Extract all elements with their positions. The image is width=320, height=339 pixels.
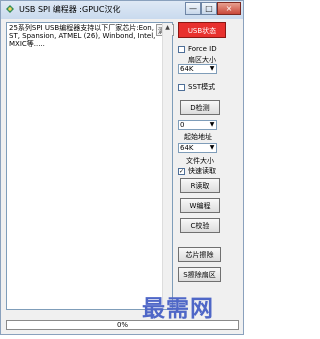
usb-status-button[interactable]: USB状态 <box>178 22 226 38</box>
fast-read-box[interactable]: ✓ <box>178 167 185 175</box>
chevron-down-icon: ▼ <box>209 121 215 128</box>
sst-mode-label: SST模式 <box>188 83 216 91</box>
chip-erase-button[interactable]: 芯片擦除 <box>178 247 221 262</box>
detect-button[interactable]: D检测 <box>180 100 220 115</box>
read-button[interactable]: R读取 <box>180 178 220 193</box>
log-scrollbar[interactable]: ▲ <box>162 23 172 309</box>
start-address-select[interactable]: 0 ▼ <box>178 120 217 130</box>
file-size-select[interactable]: 64K ▼ <box>178 143 217 153</box>
main-window: USB SPI 编程器 :GPUC汉化 — □ × 25系列SPI USB编程器… <box>0 0 244 335</box>
log-panel[interactable]: 25系列SPI USB编程器支持以下厂家芯片:Eon, ST, Spansion… <box>6 22 174 310</box>
sst-mode-box[interactable] <box>178 83 185 91</box>
file-size-value: 64K <box>180 144 194 152</box>
minimize-button[interactable]: — <box>185 2 201 15</box>
maximize-button[interactable]: □ <box>201 2 217 15</box>
file-size-label: 文件大小 <box>186 157 214 165</box>
scroll-up-icon[interactable]: ▲ <box>163 23 172 33</box>
app-icon <box>6 5 14 13</box>
sector-erase-button[interactable]: S擦除扇区 <box>178 267 221 282</box>
force-id-checkbox[interactable]: Force ID <box>178 45 217 53</box>
title-bar[interactable]: USB SPI 编程器 :GPUC汉化 — □ × <box>1 1 243 19</box>
watermark-text: 最需网 <box>142 295 214 322</box>
chevron-down-icon: ▼ <box>209 65 215 72</box>
sector-size-select[interactable]: 64K ▼ <box>178 64 217 74</box>
window-title: USB SPI 编程器 :GPUC汉化 <box>19 5 121 14</box>
close-button[interactable]: × <box>217 2 241 15</box>
write-button[interactable]: W编程 <box>180 198 220 213</box>
sst-mode-checkbox[interactable]: SST模式 <box>178 82 215 92</box>
verify-button[interactable]: C校验 <box>180 218 220 233</box>
force-id-box[interactable] <box>178 45 185 53</box>
fast-read-checkbox[interactable]: ✓ 快速读取 <box>178 166 216 176</box>
fast-read-label: 快速读取 <box>188 167 216 175</box>
log-text: 25系列SPI USB编程器支持以下厂家芯片:Eon, ST, Spansion… <box>9 24 156 48</box>
start-address-label: 起始地址 <box>184 133 212 141</box>
sector-size-value: 64K <box>180 65 194 73</box>
start-address-value: 0 <box>180 121 185 129</box>
chevron-down-icon: ▼ <box>209 144 215 151</box>
force-id-label: Force ID <box>188 45 217 53</box>
window-controls: — □ × <box>185 2 241 16</box>
